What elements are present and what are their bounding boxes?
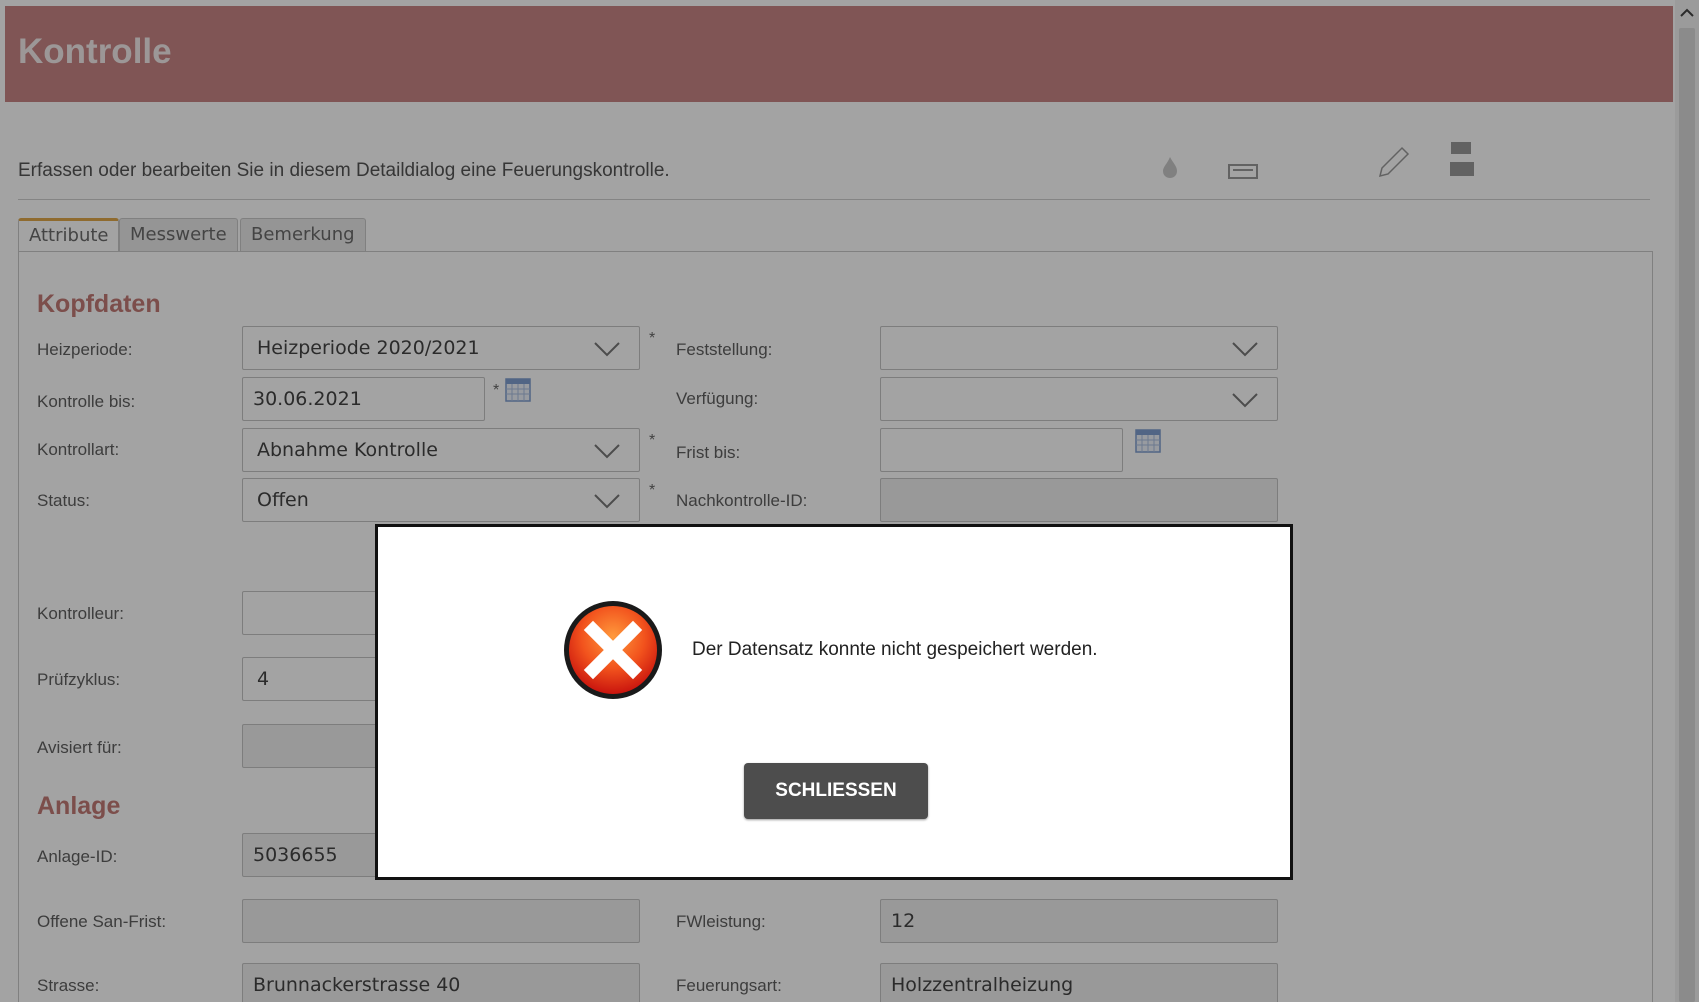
close-dialog-button[interactable]: SCHLIESSEN xyxy=(744,763,928,819)
error-message: Der Datensatz konnte nicht gespeichert w… xyxy=(692,639,1098,660)
page: Kontrolle Erfassen oder bearbeiten Sie i… xyxy=(0,0,1699,1002)
error-dialog: Der Datensatz konnte nicht gespeichert w… xyxy=(375,524,1293,880)
error-icon xyxy=(564,601,662,699)
